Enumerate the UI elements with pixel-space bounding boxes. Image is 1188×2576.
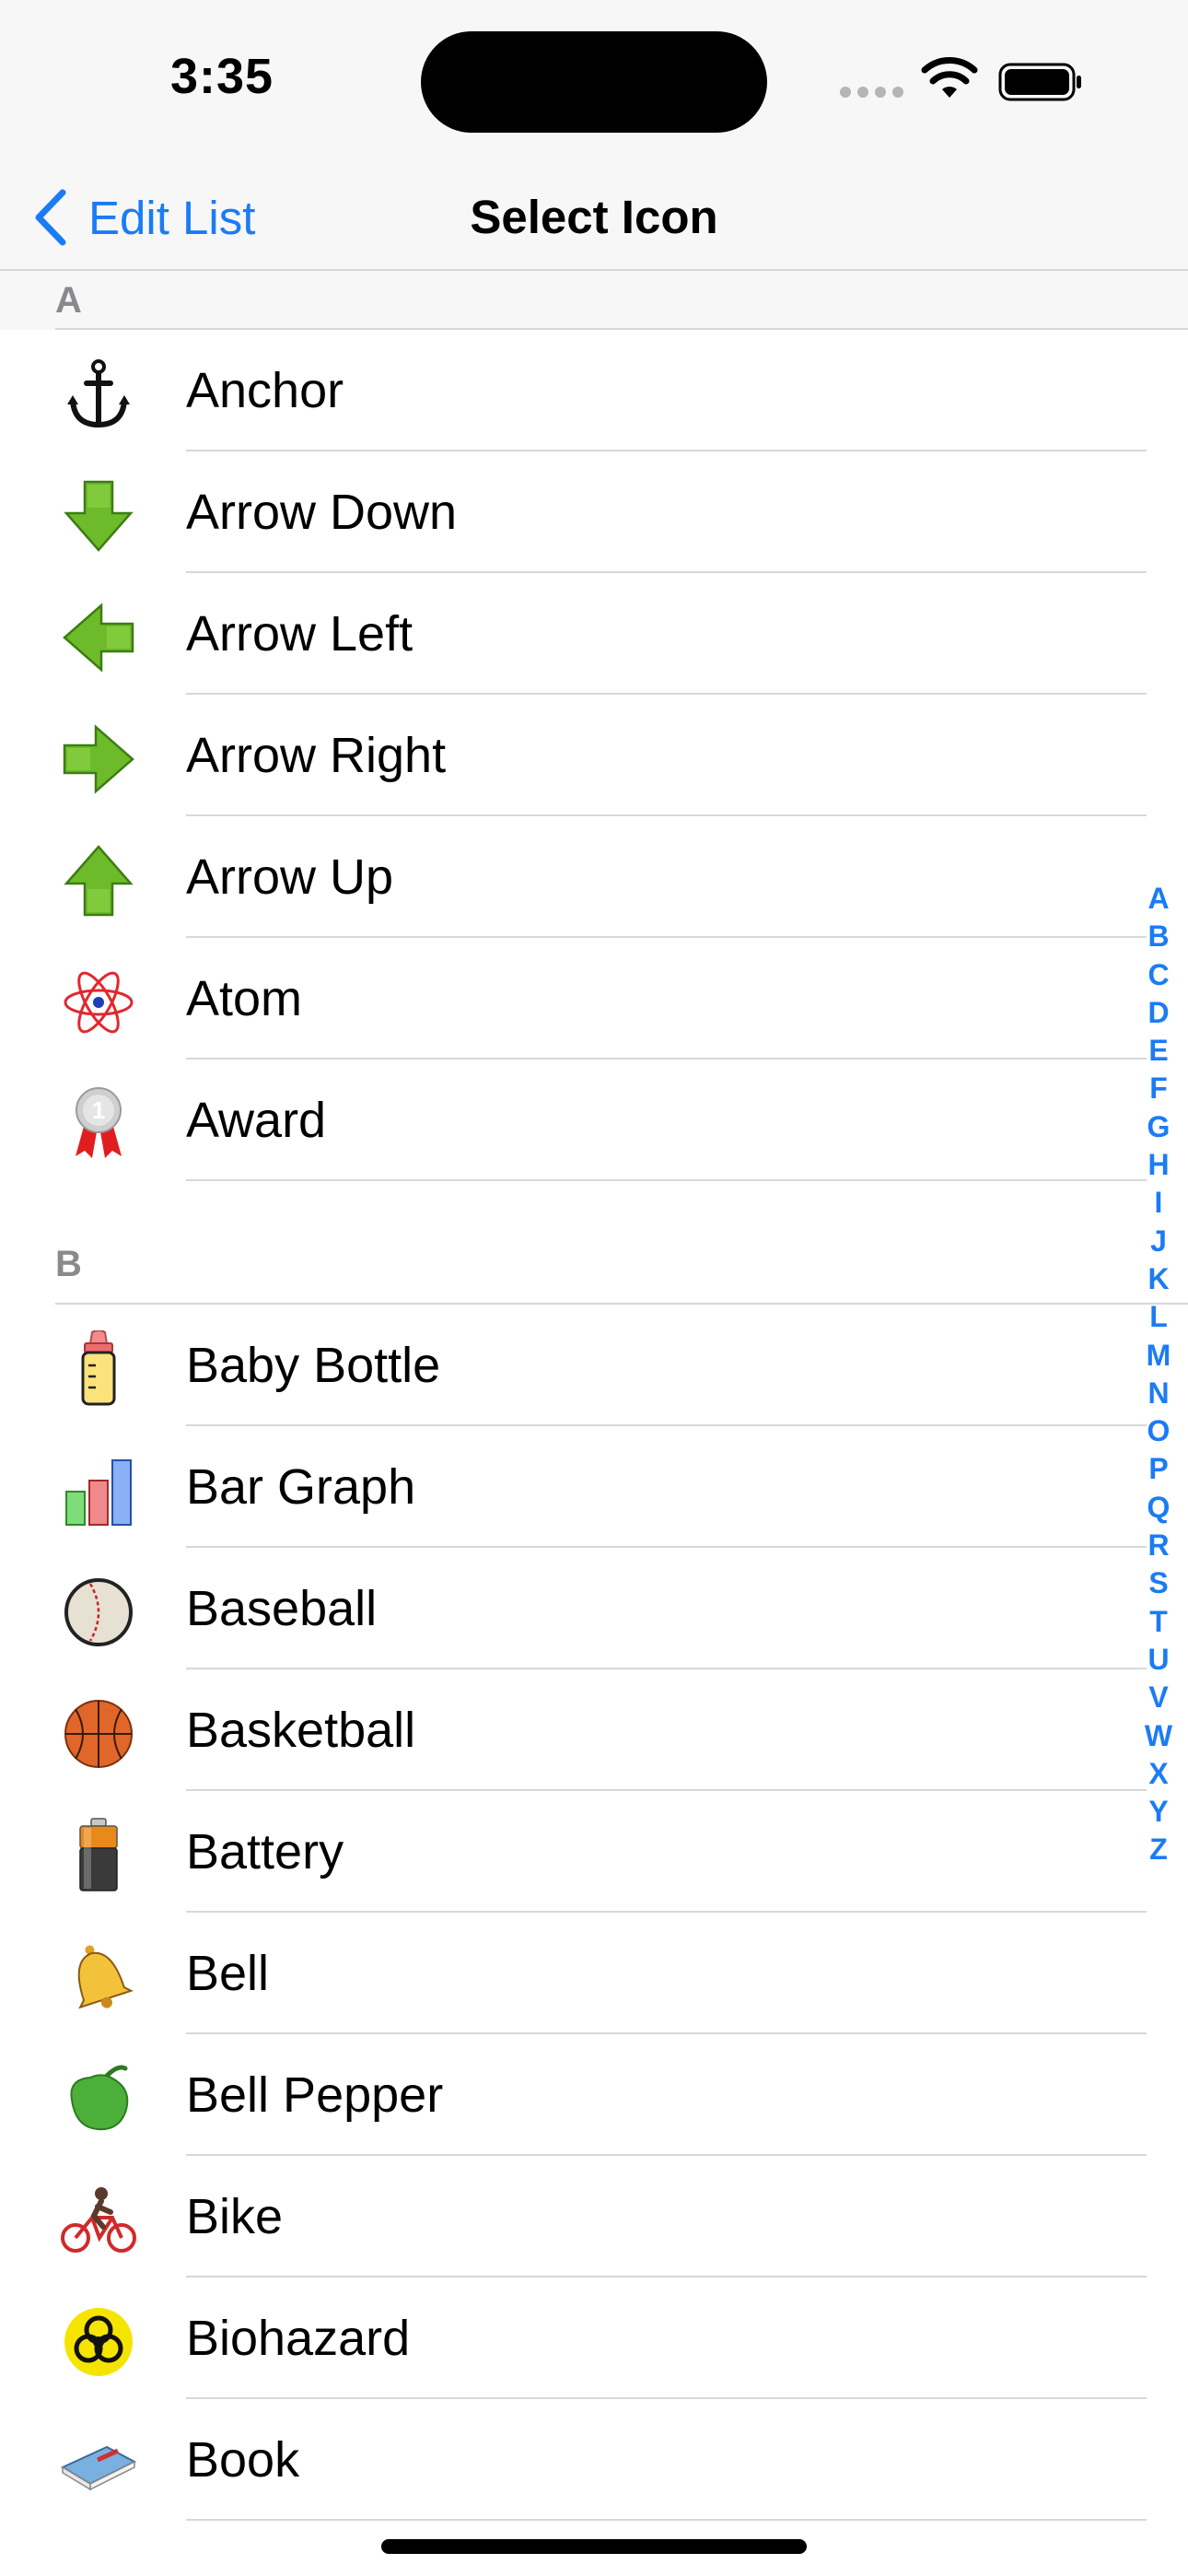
bell-icon [61,1939,136,2015]
arrow-left-icon [61,600,136,675]
index-letter-f[interactable]: F [1138,1070,1179,1107]
index-letter-p[interactable]: P [1138,1450,1179,1488]
index-letter-m[interactable]: M [1138,1337,1179,1375]
dynamic-island [421,31,767,133]
index-letter-i[interactable]: I [1138,1184,1179,1222]
list-item-label: Biohazard [186,2311,411,2366]
list-item-label: Arrow Down [186,485,458,540]
index-letter-z[interactable]: Z [1138,1831,1179,1868]
index-letter-d[interactable]: D [1138,994,1179,1032]
list-item-label: Bike [186,2189,284,2244]
index-letter-e[interactable]: E [1138,1032,1179,1070]
anchor-icon [61,357,136,432]
battery-icon [61,1818,136,1893]
page-title: Select Icon [470,191,718,243]
list-item-label: Baseball [186,1581,378,1636]
index-letter-y[interactable]: Y [1138,1793,1179,1831]
section-header-a: A [0,271,1188,330]
baby-bottle-icon [61,1330,136,1407]
bike-icon [61,2183,136,2258]
section-header-label: A [55,280,82,321]
list-item-basketball[interactable]: Basketball [0,1669,1188,1791]
list-item-label: Arrow Up [186,849,394,905]
signal-dots-icon [840,87,904,98]
index-letter-c[interactable]: C [1138,956,1179,994]
list-item-arrow-down[interactable]: Arrow Down [0,451,1188,573]
index-letter-r[interactable]: R [1138,1527,1179,1564]
section-header-b: B [0,1181,1188,1305]
list-item-baby-bottle[interactable]: Baby Bottle [0,1305,1188,1426]
list-item-label: Book [186,2432,300,2488]
list-item-award[interactable]: 1 Award [0,1060,1188,1181]
index-letter-w[interactable]: W [1138,1717,1179,1755]
list-item-label: Baby Bottle [186,1338,441,1393]
index-letter-j[interactable]: J [1138,1223,1179,1260]
list-item-arrow-right[interactable]: Arrow Right [0,695,1188,816]
arrow-down-icon [61,478,136,554]
list-item-biohazard[interactable]: Biohazard [0,2277,1188,2399]
list-item-label: Arrow Right [186,728,447,783]
bell-pepper-icon [61,2061,136,2137]
arrow-right-icon [61,721,136,797]
arrow-up-icon [61,843,136,919]
list-item-book[interactable]: Book [0,2399,1188,2521]
home-indicator[interactable] [381,2539,807,2554]
divider [186,2519,1147,2521]
list-item-bell[interactable]: Bell [0,1913,1188,2034]
atom-icon [61,965,136,1040]
list-item-arrow-up[interactable]: Arrow Up [0,816,1188,938]
index-letter-b[interactable]: B [1138,918,1179,955]
wifi-icon [921,57,978,98]
status-time: 3:35 [170,49,274,104]
index-letter-k[interactable]: K [1138,1260,1179,1298]
battery-status-icon [998,63,1081,101]
list-item-label: Bar Graph [186,1459,416,1515]
list-item-label: Bell [186,1946,270,2001]
bar-graph-icon [61,1453,136,1528]
list-item-atom[interactable]: Atom [0,938,1188,1060]
index-letter-s[interactable]: S [1138,1564,1179,1602]
index-letter-u[interactable]: U [1138,1641,1179,1679]
index-letter-o[interactable]: O [1138,1412,1179,1450]
biohazard-icon [61,2304,136,2380]
status-bar: 3:35 [0,0,1188,166]
list-item-label: Basketball [186,1703,416,1758]
list-item-bike[interactable]: Bike [0,2156,1188,2277]
index-letter-a[interactable]: A [1138,880,1179,918]
index-letter-v[interactable]: V [1138,1679,1179,1716]
index-letter-x[interactable]: X [1138,1755,1179,1793]
award-icon: 1 [61,1086,136,1162]
list-item-battery[interactable]: Battery [0,1791,1188,1913]
book-icon [61,2426,136,2501]
index-letter-h[interactable]: H [1138,1146,1179,1184]
index-letter-g[interactable]: G [1138,1108,1179,1146]
list-item-label: Arrow Left [186,606,413,662]
award-badge-text: 1 [92,1096,105,1124]
baseball-icon [61,1575,136,1650]
index-letter-l[interactable]: L [1138,1298,1179,1336]
list-item-label: Bell Pepper [186,2067,444,2123]
basketball-icon [61,1696,136,1772]
list-item-baseball[interactable]: Baseball [0,1548,1188,1669]
index-letter-n[interactable]: N [1138,1375,1179,1412]
icon-list: A Anchor Arrow Down Arrow Left Arrow Rig… [0,271,1188,2521]
section-index[interactable]: A B C D E F G H I J K L M N O P Q R S T … [1138,880,1179,1869]
list-item-label: Battery [186,1824,344,1879]
navigation-bar: Edit List Select Icon [0,166,1188,271]
list-item-bar-graph[interactable]: Bar Graph [0,1426,1188,1548]
section-header-label: B [55,1244,82,1284]
index-letter-t[interactable]: T [1138,1603,1179,1641]
list-item-arrow-left[interactable]: Arrow Left [0,573,1188,695]
list-item-label: Atom [186,971,303,1026]
index-letter-q[interactable]: Q [1138,1489,1179,1527]
list-item-label: Award [186,1093,327,1148]
list-item-anchor[interactable]: Anchor [0,330,1188,451]
list-item-bell-pepper[interactable]: Bell Pepper [0,2034,1188,2156]
list-item-label: Anchor [186,363,344,418]
